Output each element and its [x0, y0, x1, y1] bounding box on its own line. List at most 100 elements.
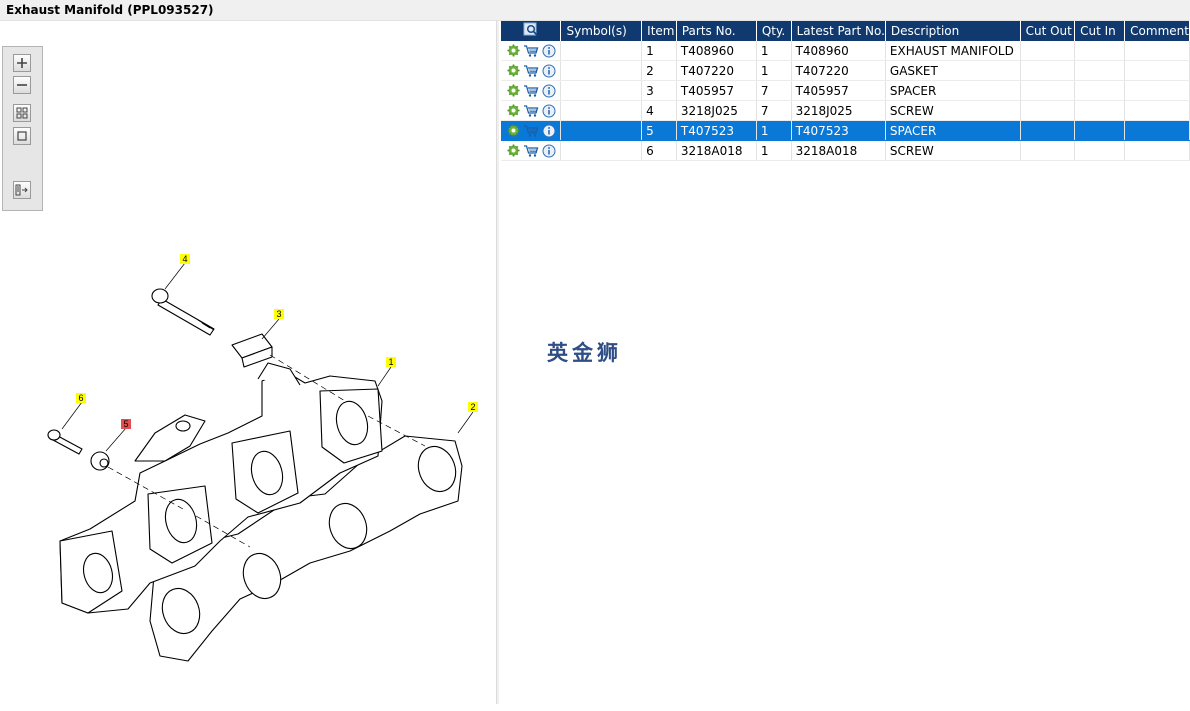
gear-icon[interactable]: [507, 124, 520, 137]
window-titlebar: Exhaust Manifold (PPL093527): [0, 0, 1190, 21]
cell-qty: 7: [756, 100, 792, 121]
cell-comment: [1124, 140, 1190, 161]
cell-description: GASKET: [885, 60, 1021, 81]
panel-arrow-icon: [15, 184, 28, 196]
cell-cut-out: [1020, 41, 1076, 61]
cell-cut-in: [1074, 140, 1126, 161]
cell-symbols: [560, 60, 643, 81]
cell-cut-in: [1074, 100, 1126, 121]
cell-latest-part-no: T405957: [791, 80, 886, 101]
info-icon[interactable]: [542, 84, 556, 98]
cell-description: SCREW: [885, 100, 1021, 121]
cell-symbols: [560, 120, 643, 141]
cell-item: 5: [641, 120, 677, 141]
column-cut-out[interactable]: Cut Out: [1020, 21, 1076, 41]
cart-icon[interactable]: [523, 84, 539, 98]
gear-icon[interactable]: [507, 144, 520, 157]
cell-description: EXHAUST MANIFOLD: [885, 41, 1021, 61]
viewer-toolbox: [2, 46, 43, 211]
table-row-3[interactable]: 3 T405957 7 T405957 SPACER: [501, 80, 1190, 101]
gear-icon[interactable]: [507, 104, 520, 117]
cart-icon[interactable]: [523, 124, 539, 138]
cell-parts-no: T407220: [676, 60, 757, 81]
cell-symbols: [560, 140, 643, 161]
column-comment[interactable]: Comment: [1124, 21, 1190, 41]
column-description[interactable]: Description: [885, 21, 1021, 41]
callout-1-label: 1: [389, 357, 394, 367]
cell-qty: 1: [756, 60, 792, 81]
parts-table: Symbol(s) Item Parts No. Qty. Latest Par…: [501, 21, 1190, 161]
callout-6-label: 6: [79, 393, 84, 403]
column-search[interactable]: [501, 21, 562, 41]
parts-list-panel: Symbol(s) Item Parts No. Qty. Latest Par…: [499, 21, 1190, 704]
info-icon[interactable]: [542, 44, 556, 58]
fit-window-button[interactable]: [13, 104, 31, 122]
cell-cut-in: [1074, 60, 1126, 81]
cell-qty: 1: [756, 140, 792, 161]
cell-cut-out: [1020, 100, 1076, 121]
table-row-6[interactable]: 6 3218A018 1 3218A018 SCREW: [501, 140, 1190, 161]
search-list-icon: [523, 22, 538, 36]
cell-latest-part-no: T407523: [791, 120, 886, 141]
gear-icon[interactable]: [507, 44, 520, 57]
cell-comment: [1124, 100, 1190, 121]
cell-qty: 1: [756, 41, 792, 61]
cell-parts-no: 3218J025: [676, 100, 757, 121]
cell-latest-part-no: 3218A018: [791, 140, 886, 161]
cell-parts-no: T408960: [676, 41, 757, 61]
cart-icon[interactable]: [523, 144, 539, 158]
square-icon: [17, 131, 27, 141]
diagram-panel[interactable]: 4 3 1 2 6 5: [0, 21, 496, 704]
info-icon[interactable]: [542, 104, 556, 118]
cell-item: 4: [641, 100, 677, 121]
cell-cut-in: [1074, 41, 1126, 61]
cell-parts-no: 3218A018: [676, 140, 757, 161]
cell-comment: [1124, 41, 1190, 61]
column-qty[interactable]: Qty.: [756, 21, 792, 41]
cart-icon[interactable]: [523, 64, 539, 78]
watermark-text: 英金狮: [547, 341, 622, 365]
column-item[interactable]: Item: [641, 21, 677, 41]
info-icon[interactable]: [542, 124, 556, 138]
column-latest-part-no[interactable]: Latest Part No.: [791, 21, 886, 41]
callout-2-label: 2: [471, 402, 476, 412]
window-title: Exhaust Manifold (PPL093527): [6, 3, 214, 17]
callout-5-label: 5: [124, 419, 129, 429]
cell-description: SPACER: [885, 80, 1021, 101]
cell-qty: 7: [756, 80, 792, 101]
info-icon[interactable]: [542, 144, 556, 158]
minus-icon: [17, 84, 27, 86]
table-row-2[interactable]: 2 T407220 1 T407220 GASKET: [501, 60, 1190, 81]
cell-description: SPACER: [885, 120, 1021, 141]
cell-qty: 1: [756, 120, 792, 141]
cell-parts-no: T407523: [676, 120, 757, 141]
callout-3-label: 3: [277, 309, 282, 319]
actual-size-button[interactable]: [13, 127, 31, 145]
cell-cut-in: [1074, 80, 1126, 101]
cell-parts-no: T405957: [676, 80, 757, 101]
column-symbols[interactable]: Symbol(s): [560, 21, 643, 41]
cell-item: 6: [641, 140, 677, 161]
table-row-1[interactable]: 1 T408960 1 T408960 EXHAUST MANIFOLD: [501, 41, 1190, 61]
gear-icon[interactable]: [507, 64, 520, 77]
table-row-4[interactable]: 4 3218J025 7 3218J025 SCREW: [501, 100, 1190, 121]
plus-icon: [17, 58, 27, 68]
cell-comment: [1124, 120, 1190, 141]
info-icon[interactable]: [542, 64, 556, 78]
zoom-out-button[interactable]: [13, 76, 31, 94]
cart-icon[interactable]: [523, 44, 539, 58]
column-parts-no[interactable]: Parts No.: [676, 21, 757, 41]
toggle-panel-button[interactable]: [13, 181, 31, 199]
cell-latest-part-no: T408960: [791, 41, 886, 61]
cell-description: SCREW: [885, 140, 1021, 161]
zoom-in-button[interactable]: [13, 54, 31, 72]
cell-symbols: [560, 100, 643, 121]
table-row-5[interactable]: 5 T407523 1 T407523 SPACER: [501, 120, 1190, 141]
exploded-diagram[interactable]: 4 3 1 2 6 5: [0, 211, 496, 711]
cell-cut-out: [1020, 120, 1076, 141]
column-cut-in[interactable]: Cut In: [1074, 21, 1126, 41]
cart-icon[interactable]: [523, 104, 539, 118]
cell-latest-part-no: T407220: [791, 60, 886, 81]
cell-symbols: [560, 41, 643, 61]
gear-icon[interactable]: [507, 84, 520, 97]
